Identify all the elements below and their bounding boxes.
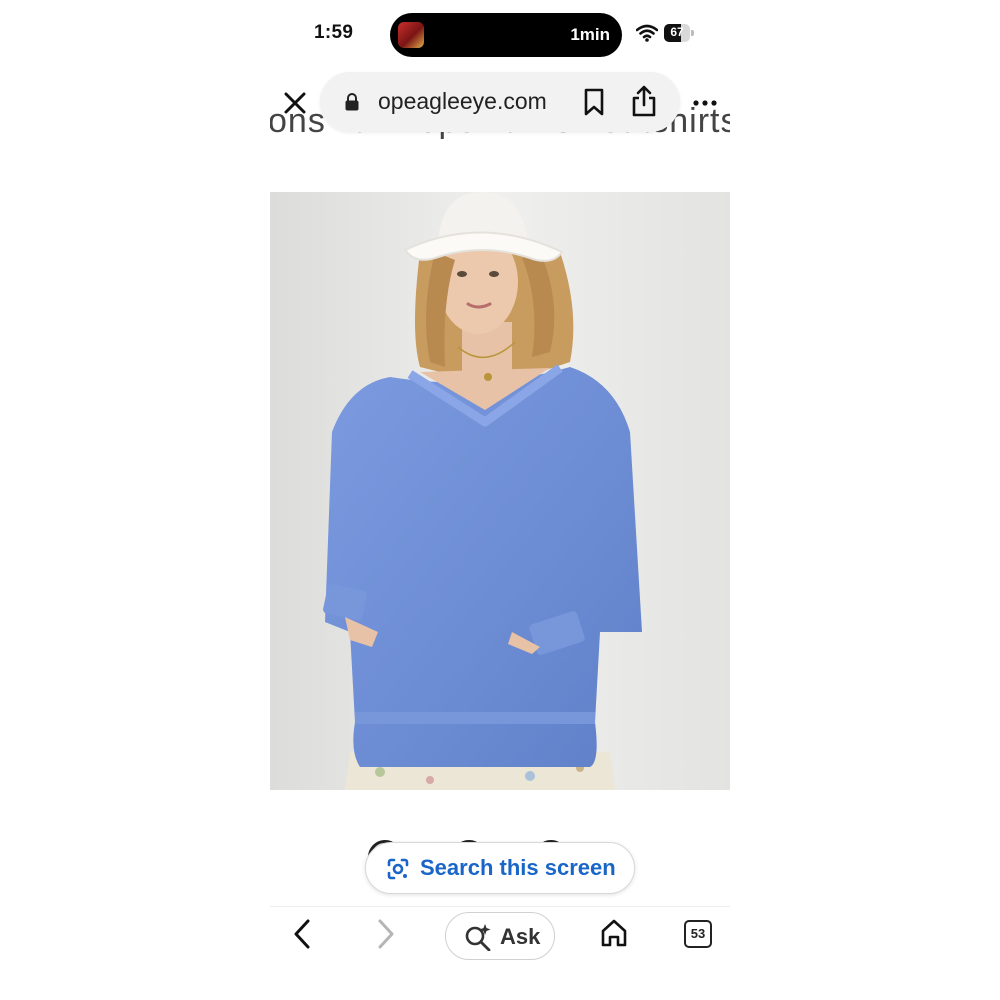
url-text[interactable]: opeagleeye.com	[378, 88, 547, 115]
address-bar[interactable]: opeagleeye.com	[320, 72, 680, 132]
tabs-count: 53	[690, 926, 706, 941]
lock-icon	[345, 93, 359, 111]
home-icon[interactable]	[600, 918, 628, 948]
product-photo-illustration	[270, 192, 730, 790]
search-this-screen-button[interactable]: Search this screen	[365, 842, 635, 894]
battery-icon: 67	[664, 24, 694, 42]
breadcrumb-item[interactable]: ons	[270, 102, 326, 140]
toolbar-divider	[270, 906, 730, 907]
forward-arrow-icon[interactable]	[374, 918, 398, 950]
sparkle-search-icon	[465, 924, 491, 951]
back-arrow-icon[interactable]	[290, 918, 314, 950]
ask-label: Ask	[500, 924, 541, 949]
dynamic-island[interactable]: 1min	[390, 13, 622, 57]
share-icon[interactable]	[630, 84, 658, 118]
search-this-screen-label: Search this screen	[420, 855, 616, 880]
google-lens-icon	[387, 858, 409, 880]
live-activity-timer: 1min	[570, 25, 610, 44]
status-time: 1:59	[314, 22, 354, 43]
ask-button[interactable]: Ask	[445, 912, 555, 960]
bookmark-icon[interactable]	[582, 88, 606, 116]
battery-level: 67	[670, 25, 684, 39]
wifi-icon	[636, 24, 658, 42]
live-activity-app-icon	[398, 22, 424, 48]
more-options-icon[interactable]	[692, 90, 718, 116]
product-image[interactable]	[270, 192, 730, 790]
tabs-button[interactable]: 53	[684, 920, 712, 948]
